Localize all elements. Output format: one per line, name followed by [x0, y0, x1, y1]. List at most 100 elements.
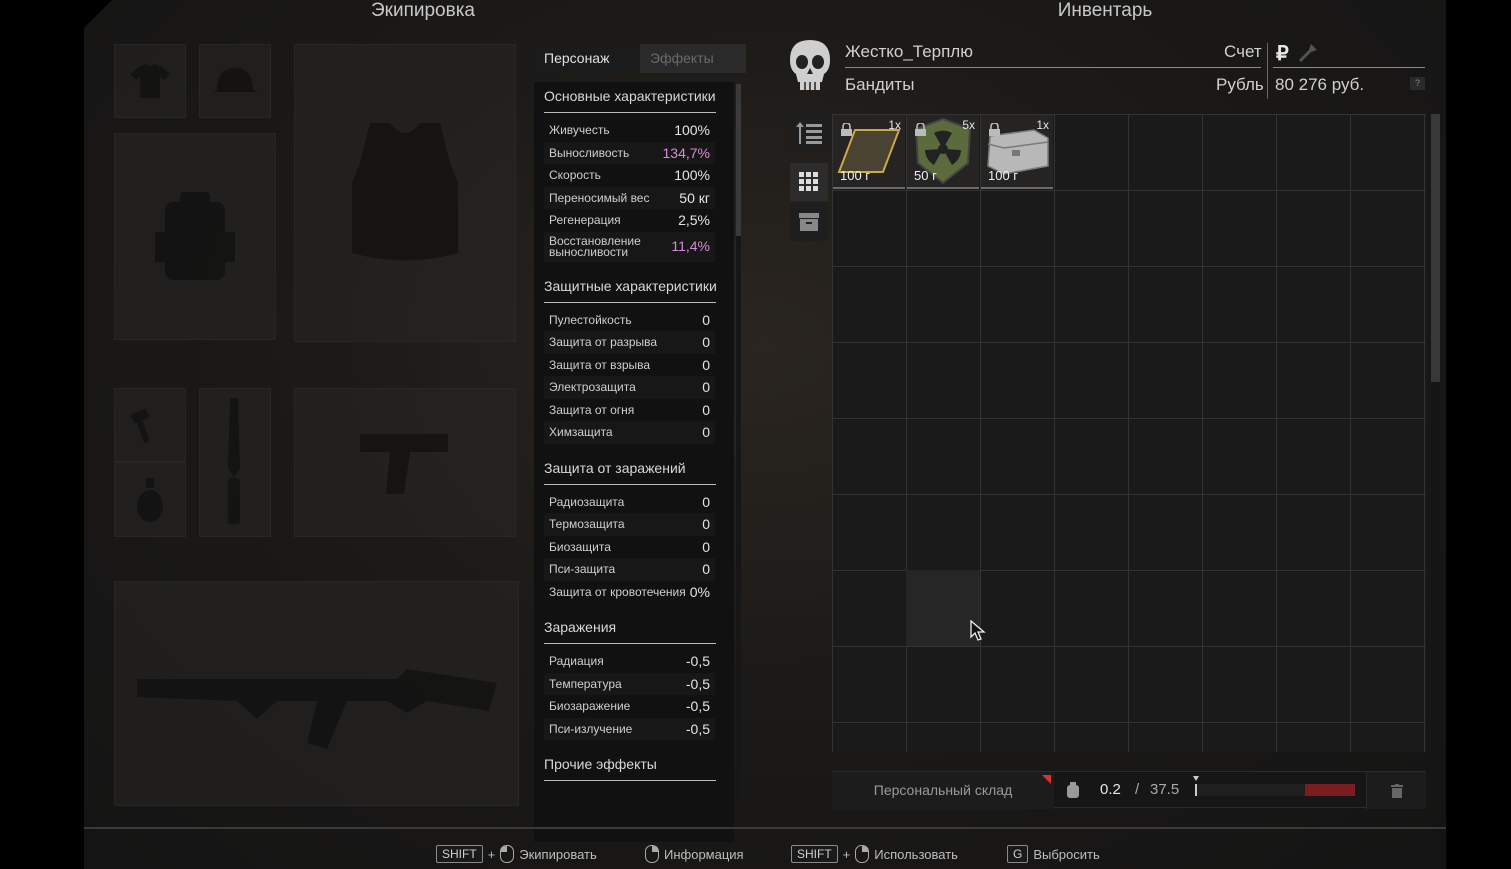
inventory-item-radiation-patch[interactable]: 5x 50 г	[907, 115, 979, 189]
shift-key: SHIFT	[436, 845, 483, 863]
mouse-icon	[500, 845, 515, 863]
stat-value: 100%	[674, 167, 710, 184]
coupon-icon[interactable]	[1297, 44, 1317, 67]
slot-pistol[interactable]	[294, 388, 516, 537]
slot-armor[interactable]	[294, 44, 516, 342]
tab-effects[interactable]: Эффекты	[640, 44, 746, 73]
weight-current: 0.2	[1100, 781, 1121, 798]
stat-label: Пси-защита	[549, 562, 616, 577]
currency-label: Рубль	[1216, 75, 1264, 94]
knife-icon	[228, 397, 240, 524]
stat-row: Защита от разрыва 0	[544, 331, 715, 354]
grid-view-button[interactable]	[790, 163, 828, 201]
stat-row: Температура -0,5	[544, 672, 715, 695]
faction-skull-icon	[790, 40, 830, 97]
stat-value: 0	[702, 493, 710, 510]
slot-backpack[interactable]	[114, 133, 276, 340]
stat-label: Защита от взрыва	[549, 357, 651, 372]
lock-icon	[915, 123, 926, 136]
stat-label: Биозащита	[549, 539, 611, 554]
stat-row: Биозащита 0	[544, 536, 715, 559]
stat-label: Радиозащита	[549, 494, 625, 509]
stat-row: Термозащита 0	[544, 513, 715, 536]
item-weight: 50 г	[914, 168, 937, 183]
ruble-icon[interactable]: ₽	[1276, 41, 1289, 66]
slot-primary-weapon[interactable]	[114, 581, 519, 806]
stat-label: Восстановление выносливости	[549, 233, 641, 259]
stats-group-title: Защита от заражений	[544, 459, 686, 476]
weight-overload-zone	[1305, 784, 1355, 796]
stat-row: Пси-излучение -0,5	[544, 717, 715, 740]
inventory-item-metal-case[interactable]: 1x 100 г	[981, 115, 1053, 189]
stat-value: 0	[702, 401, 710, 418]
stat-row: Восстановление выносливости 11,4%	[544, 231, 715, 262]
stats-group-divider	[544, 780, 716, 781]
player-name: Жестко_Терплю	[845, 42, 973, 61]
header-divider	[845, 67, 1261, 68]
hint-use: SHIFT + Использовать	[791, 843, 958, 865]
tab-character[interactable]: Персонаж	[534, 44, 640, 73]
stat-row: Защита от огня 0	[544, 399, 715, 422]
stat-value: 0	[702, 311, 710, 328]
sort-icon	[796, 122, 822, 144]
hovered-grid-cell[interactable]	[906, 570, 980, 646]
personal-storage-button[interactable]: Персональный склад	[832, 772, 1054, 809]
inventory-grid[interactable]	[832, 114, 1426, 752]
hint-label: Информация	[664, 846, 744, 862]
stat-row: Регенерация 2,5%	[544, 209, 715, 232]
stat-row: Биозаражение -0,5	[544, 695, 715, 718]
slot-shirt[interactable]	[114, 44, 186, 118]
stat-value: -0,5	[685, 698, 710, 715]
lock-icon	[841, 123, 852, 136]
stat-row: Пулестойкость 0	[544, 309, 715, 332]
armor-vest-icon	[352, 123, 458, 261]
slot-grenade-2[interactable]	[114, 462, 186, 537]
stat-value: 11,4%	[671, 238, 710, 254]
stat-label: Защита от разрыва	[549, 335, 658, 350]
sort-button[interactable]	[790, 114, 828, 152]
stat-value: 50 кг	[679, 189, 710, 206]
slot-grenade-1[interactable]	[114, 388, 186, 462]
stat-value: 0	[702, 379, 710, 396]
stats-panel: Персонаж Эффекты Основные характеристики…	[534, 44, 746, 842]
stat-value: 0%	[689, 583, 710, 600]
stat-label: Скорость	[549, 168, 601, 183]
stats-group-rows: Живучесть 100% Выносливость 134,7% Скорость 1…	[534, 119, 734, 262]
shirt-icon	[130, 64, 170, 98]
slot-knife[interactable]	[199, 388, 271, 537]
stats-group-divider	[544, 301, 716, 303]
hint-info: Информация	[645, 843, 744, 865]
rifle-icon	[136, 668, 497, 749]
stat-value: -0,5	[685, 675, 710, 692]
grenade-icon	[137, 477, 163, 522]
archive-button[interactable]	[790, 203, 828, 241]
stat-value: 2,5%	[678, 212, 710, 229]
stat-label: Выносливость	[549, 145, 630, 160]
slot-helmet[interactable]	[199, 44, 271, 118]
stats-scroll-thumb[interactable]	[736, 84, 741, 236]
g-key: G	[1007, 845, 1029, 863]
stats-group-title: Заражения	[544, 619, 617, 635]
mouse-icon	[645, 845, 659, 863]
trash-button[interactable]	[1366, 772, 1426, 809]
inventory-scroll-thumb[interactable]	[1431, 114, 1440, 382]
inventory-item-gold-plate[interactable]: 1x 100 г	[833, 115, 905, 189]
stat-label: Радиация	[549, 654, 604, 669]
stat-row: Пси-защита 0	[544, 558, 715, 581]
stats-group-title: Защитные характеристики	[544, 277, 717, 294]
stat-label: Переносимый вес	[549, 190, 650, 205]
balance-divider	[1273, 67, 1425, 68]
stat-row: Переносимый вес 50 кг	[544, 186, 715, 209]
item-count: 1x	[1036, 118, 1049, 132]
archive-box-icon	[799, 213, 819, 231]
mouse-cursor-icon	[970, 620, 986, 641]
weight-icon	[1067, 782, 1079, 798]
help-button[interactable]: ?	[1410, 77, 1425, 90]
item-weight: 100 г	[988, 168, 1019, 183]
hint-label: Экипировать	[519, 846, 597, 862]
weight-separator: /	[1135, 781, 1140, 798]
stat-label: Термозащита	[549, 517, 625, 532]
faction-name: Бандиты	[845, 75, 915, 94]
stat-value: 100%	[674, 122, 710, 139]
stats-group-divider	[544, 483, 716, 485]
